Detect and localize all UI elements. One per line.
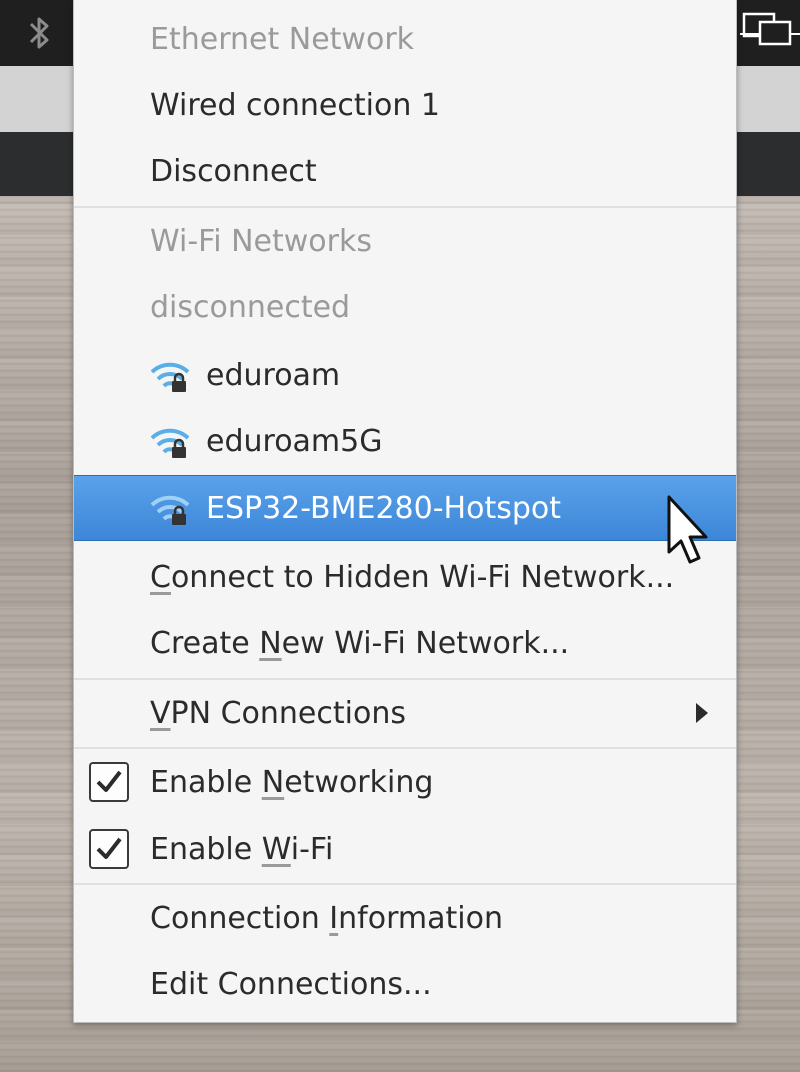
label-part: Create bbox=[150, 625, 260, 661]
wifi-lock-icon bbox=[150, 495, 190, 525]
wifi-header-label: Wi-Fi Networks bbox=[150, 223, 372, 259]
submenu-arrow-icon bbox=[696, 703, 708, 723]
mnemonic: V bbox=[150, 695, 171, 731]
network-ssid: ESP32-BME280-Hotspot bbox=[206, 490, 561, 526]
wifi-network-eduroam5g[interactable]: eduroam5G bbox=[74, 408, 736, 474]
network-tray-icon[interactable] bbox=[740, 8, 800, 48]
edit-connections-item[interactable]: Edit Connections... bbox=[74, 951, 736, 1017]
checkmark-icon bbox=[96, 770, 122, 792]
checkmark-icon bbox=[96, 837, 122, 859]
ethernet-header-label: Ethernet Network bbox=[150, 21, 415, 57]
bluetooth-icon[interactable] bbox=[22, 14, 56, 52]
connection-info-label: Connection Information bbox=[150, 901, 503, 936]
mnemonic: N bbox=[261, 764, 285, 800]
enable-networking-label: Enable Networking bbox=[150, 765, 433, 800]
wifi-status: disconnected bbox=[74, 274, 736, 340]
label-part: etworking bbox=[284, 764, 434, 800]
wired-connection-label: Wired connection 1 bbox=[150, 87, 440, 123]
label-part: nformation bbox=[338, 900, 503, 936]
mnemonic: W bbox=[261, 831, 291, 867]
network-ssid: eduroam bbox=[206, 357, 341, 393]
enable-wifi-item[interactable]: Enable Wi-Fi bbox=[74, 816, 736, 882]
disconnect-item[interactable]: Disconnect bbox=[74, 138, 736, 204]
enable-networking-item[interactable]: Enable Networking bbox=[74, 749, 736, 815]
mouse-pointer-icon bbox=[667, 495, 708, 564]
edit-connections-label: Edit Connections... bbox=[150, 966, 432, 1002]
enable-wifi-label: Enable Wi-Fi bbox=[150, 832, 333, 867]
wifi-status-label: disconnected bbox=[150, 289, 351, 325]
wifi-networks-header: Wi-Fi Networks bbox=[74, 208, 736, 274]
wifi-network-eduroam[interactable]: eduroam bbox=[74, 342, 736, 408]
mnemonic: N bbox=[259, 625, 282, 661]
disconnect-label: Disconnect bbox=[150, 153, 317, 189]
mnemonic: I bbox=[329, 900, 339, 936]
label-part: i-Fi bbox=[290, 831, 334, 867]
mnemonic: C bbox=[150, 559, 171, 595]
vpn-connections-item[interactable]: VPN Connections bbox=[74, 680, 736, 746]
label-part: onnect to Hidden Wi-Fi Network... bbox=[170, 559, 675, 595]
create-new-label: Create New Wi-Fi Network... bbox=[150, 626, 569, 661]
wired-connection-item[interactable]: Wired connection 1 bbox=[74, 72, 736, 138]
label-part: Connection bbox=[150, 900, 330, 936]
label-part: ew Wi-Fi Network... bbox=[281, 625, 570, 661]
network-menu: Ethernet Network Wired connection 1 Disc… bbox=[73, 0, 737, 1023]
wifi-lock-icon bbox=[150, 428, 190, 458]
label-part: Enable bbox=[150, 764, 262, 800]
create-new-network-item[interactable]: Create New Wi-Fi Network... bbox=[74, 610, 736, 676]
wifi-network-esp32-hotspot[interactable]: ESP32-BME280-Hotspot bbox=[74, 475, 736, 541]
label-part: PN Connections bbox=[170, 695, 406, 731]
connect-hidden-label: Connect to Hidden Wi-Fi Network... bbox=[150, 560, 674, 595]
connect-hidden-network-item[interactable]: Connect to Hidden Wi-Fi Network... bbox=[74, 544, 736, 610]
enable-wifi-checkbox[interactable] bbox=[89, 829, 129, 869]
connection-information-item[interactable]: Connection Information bbox=[74, 885, 736, 951]
vpn-label: VPN Connections bbox=[150, 696, 406, 731]
wifi-lock-icon bbox=[150, 362, 190, 392]
enable-networking-checkbox[interactable] bbox=[89, 762, 129, 802]
network-ssid: eduroam5G bbox=[206, 423, 383, 459]
ethernet-header: Ethernet Network bbox=[74, 6, 736, 72]
label-part: Enable bbox=[150, 831, 262, 867]
